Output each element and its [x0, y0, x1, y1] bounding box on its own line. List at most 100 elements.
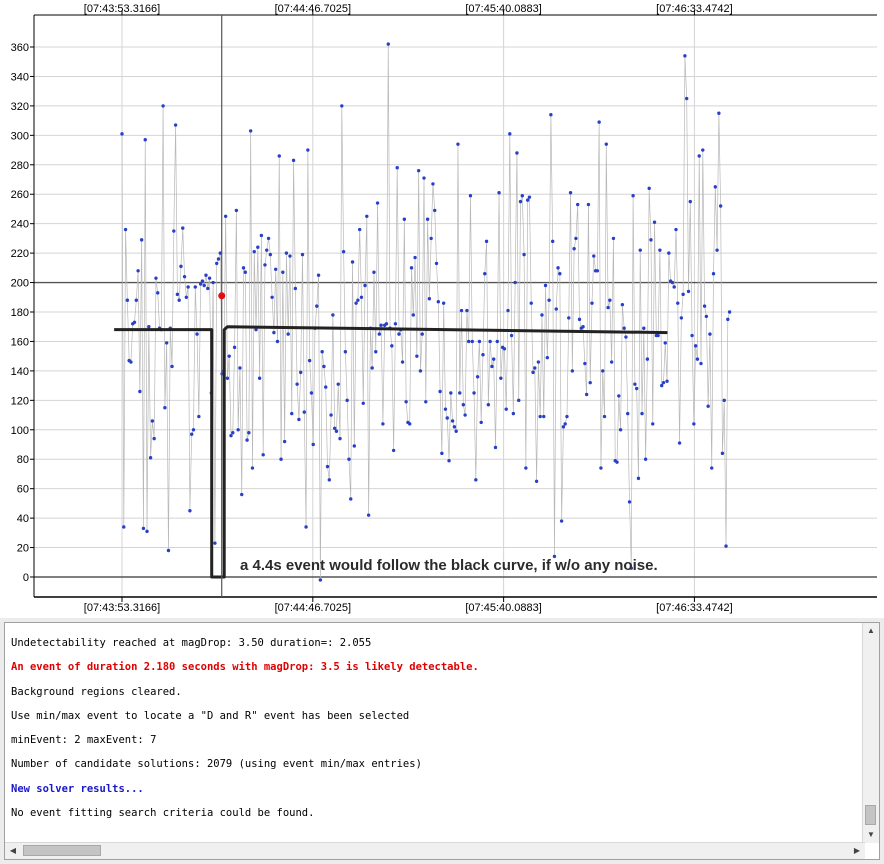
log-line-4: Use min/max event to locate a "D and R" … [11, 709, 410, 722]
data-point [643, 457, 648, 461]
data-point [166, 548, 171, 553]
data-point [427, 297, 432, 301]
data-point [670, 280, 675, 285]
data-point [652, 220, 657, 224]
light-curve-plot[interactable]: 0 20 40 60 80 100 120 140 160 180 200 220 240 260 280 3… [0, 0, 884, 618]
scroll-up-arrow-icon[interactable]: ▲ [863, 623, 879, 639]
data-point [468, 194, 473, 198]
data-point [674, 227, 678, 232]
data-point [677, 441, 682, 445]
data-point [497, 191, 501, 195]
data-point [424, 400, 428, 404]
data-point [416, 168, 421, 173]
data-point [252, 249, 256, 254]
x-tick-label-top: [07:45:40.0883] [465, 3, 541, 15]
y-tick-label: 200 [11, 278, 29, 290]
data-point [125, 298, 130, 302]
data-point [200, 279, 205, 283]
data-point [231, 431, 235, 435]
data-point [456, 142, 460, 146]
data-point [488, 339, 492, 344]
log-output-panel[interactable]: Undetectability reached at magDrop: 3.50… [4, 622, 880, 860]
data-point [400, 360, 405, 364]
data-point [295, 382, 299, 386]
log-lines: Undetectability reached at magDrop: 3.50… [11, 633, 851, 827]
data-point [540, 313, 544, 317]
y-tick-label: 60 [17, 484, 29, 496]
data-point [213, 541, 217, 545]
data-point [381, 422, 385, 426]
log-line-8: No event fitting search criteria could b… [11, 807, 315, 820]
data-point [375, 201, 380, 205]
data-point [256, 245, 260, 249]
data-point [431, 182, 435, 186]
scroll-right-arrow-icon[interactable]: ▶ [849, 843, 865, 859]
data-point [683, 54, 687, 58]
data-point [465, 308, 469, 313]
vertical-scrollbar[interactable]: ▲ ▼ [862, 623, 879, 843]
horizontal-scrollbar[interactable]: ◀ ▶ [5, 842, 865, 859]
data-point [590, 301, 594, 305]
data-point [609, 360, 614, 364]
data-point [620, 302, 625, 307]
data-point [502, 347, 507, 351]
data-point [572, 246, 576, 251]
data-point [570, 369, 575, 373]
data-point [583, 361, 587, 366]
horizontal-scroll-thumb[interactable] [23, 845, 101, 856]
data-point [395, 166, 399, 170]
data-point [363, 283, 367, 288]
data-point [713, 185, 718, 189]
data-point [402, 217, 407, 221]
data-point [386, 42, 390, 46]
data-point [265, 248, 269, 252]
data-point [577, 317, 582, 322]
plot-canvas[interactable]: 0 20 40 60 80 100 120 140 160 180 200 220 240 260 280 3… [0, 0, 884, 618]
data-point [636, 476, 641, 481]
data-point [198, 282, 203, 286]
data-point [656, 333, 660, 338]
data-point [238, 366, 242, 370]
data-point [717, 111, 721, 115]
vertical-scroll-thumb[interactable] [865, 805, 876, 825]
data-point [241, 266, 246, 270]
data-point [486, 403, 491, 407]
data-point [726, 317, 730, 322]
data-point [372, 270, 376, 274]
data-point [685, 96, 689, 101]
data-point [508, 132, 512, 136]
data-point [397, 332, 401, 336]
data-point [452, 425, 457, 429]
data-point [706, 404, 710, 408]
data-point [484, 239, 489, 244]
scroll-left-arrow-icon[interactable]: ◀ [5, 843, 21, 859]
data-point [202, 283, 206, 288]
data-point [520, 194, 524, 198]
data-point [638, 248, 642, 252]
data-point [374, 350, 378, 354]
y-tick-label: 100 [11, 425, 29, 437]
y-tick-label: 220 [11, 248, 29, 260]
data-point [322, 364, 326, 369]
scroll-down-arrow-icon[interactable]: ▼ [863, 827, 879, 843]
data-point [284, 251, 289, 255]
data-point [261, 453, 265, 457]
data-point [695, 357, 700, 361]
data-point [404, 400, 408, 404]
data-point [724, 544, 728, 548]
data-point [711, 272, 716, 276]
data-point [204, 273, 208, 277]
data-point [722, 398, 726, 403]
data-point [306, 148, 310, 152]
annotation-text: a 4.4s event would follow the black curv… [240, 557, 658, 574]
data-point [340, 104, 344, 108]
data-point [515, 151, 519, 155]
data-point [443, 407, 448, 411]
data-point [433, 208, 437, 213]
data-point [559, 519, 564, 523]
data-point [393, 322, 398, 326]
data-point [518, 199, 523, 204]
data-point [186, 285, 190, 289]
data-point [513, 280, 517, 285]
data-point [483, 272, 487, 276]
